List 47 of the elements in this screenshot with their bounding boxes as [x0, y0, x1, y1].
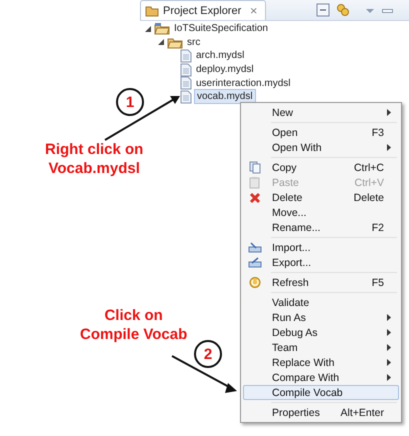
- paste-icon: [249, 176, 261, 189]
- menu-item[interactable]: Run As: [243, 310, 399, 325]
- menu-item[interactable]: Properties Alt+Enter: [243, 405, 399, 420]
- tree-item[interactable]: src: [185, 36, 202, 49]
- menu-item[interactable]: Delete Delete: [243, 190, 399, 205]
- menu-item[interactable]: Rename... F2: [243, 220, 399, 235]
- menu-item[interactable]: Open With: [243, 140, 399, 155]
- tree-item[interactable]: userinteraction.mydsl: [194, 76, 292, 90]
- step-number: 1: [116, 88, 144, 116]
- view-tab[interactable]: Project Explorer ⨯: [140, 0, 266, 20]
- menu-item[interactable]: Export...: [243, 255, 399, 270]
- minimize-icon[interactable]: [382, 9, 394, 15]
- folder-icon: [167, 36, 183, 49]
- close-icon[interactable]: ⨯: [249, 4, 258, 16]
- menu-item[interactable]: Refresh F5: [243, 275, 399, 290]
- expand-arrow-icon[interactable]: [157, 38, 165, 46]
- file-icon: [180, 48, 192, 63]
- project-folder-icon: [154, 22, 170, 36]
- file-icon: [180, 76, 192, 90]
- copy-icon: [249, 161, 261, 174]
- tree-item[interactable]: IoTSuiteSpecification: [172, 22, 270, 36]
- refresh-icon: [249, 276, 261, 289]
- export-icon: [248, 257, 262, 268]
- menu-item[interactable]: Debug As: [243, 325, 399, 340]
- tree-item[interactable]: arch.mydsl: [194, 49, 246, 62]
- menu-item[interactable]: Move...: [243, 205, 399, 220]
- menu-item[interactable]: Compare With: [243, 370, 399, 385]
- instruction-text: Click on Compile Vocab: [80, 306, 188, 344]
- menu-item[interactable]: Open F3: [243, 125, 399, 140]
- menu-item[interactable]: New: [243, 105, 399, 120]
- menu-item[interactable]: Copy Ctrl+C: [243, 160, 399, 175]
- menu-item[interactable]: Validate: [243, 295, 399, 310]
- menu-item[interactable]: Compile Vocab: [243, 385, 399, 400]
- expand-arrow-icon[interactable]: [144, 24, 152, 33]
- delete-icon: [249, 192, 261, 204]
- menu-item[interactable]: Team: [243, 340, 399, 355]
- step-number: 2: [194, 340, 222, 368]
- menu-item[interactable]: Import...: [243, 240, 399, 255]
- file-icon: [180, 62, 192, 77]
- instruction-text: Right click on Vocab.mydsl: [45, 140, 144, 178]
- import-icon: [248, 242, 262, 253]
- tree-item[interactable]: deploy.mydsl: [194, 63, 256, 76]
- file-icon: [180, 90, 192, 104]
- folder-icon: [145, 4, 159, 16]
- collapse-all-icon[interactable]: [316, 3, 330, 17]
- menu-item[interactable]: Replace With: [243, 355, 399, 370]
- tree-item[interactable]: vocab.mydsl: [194, 89, 256, 104]
